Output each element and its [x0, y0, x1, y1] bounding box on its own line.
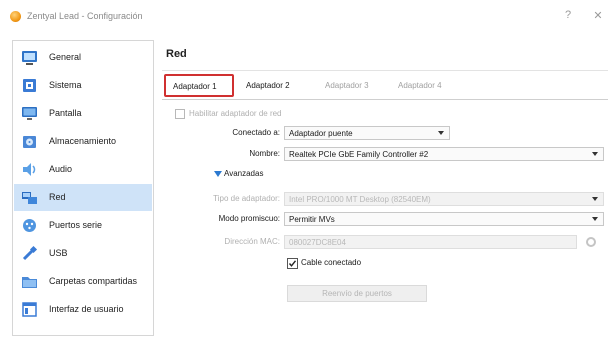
attached-to-select[interactable]: Adaptador puente	[284, 126, 450, 140]
sidebar-item-label: Red	[49, 192, 66, 202]
adapter-type-select[interactable]: Intel PRO/1000 MT Desktop (82540EM)	[284, 192, 604, 206]
sidebar-item-storage[interactable]: Almacenamiento	[14, 128, 152, 155]
advanced-toggle[interactable]: Avanzadas	[224, 169, 263, 178]
audio-icon	[23, 163, 36, 176]
tab-adapter-4[interactable]: Adaptador 4	[398, 81, 442, 90]
close-button[interactable]: ✕	[591, 9, 605, 22]
display-icon	[22, 107, 37, 120]
checkmark-icon	[288, 260, 297, 267]
virtualbox-app-icon	[10, 11, 21, 22]
sidebar-item-label: General	[49, 52, 82, 62]
refresh-mac-icon[interactable]	[586, 237, 596, 247]
enable-adapter-label: Habilitar adaptador de red	[189, 109, 282, 118]
sidebar-item-label: Sistema	[49, 80, 82, 90]
chevron-down-icon	[438, 131, 444, 135]
name-label: Nombre:	[249, 149, 280, 158]
sidebar-item-label: Audio	[49, 164, 73, 174]
sidebar-item-display[interactable]: Pantalla	[14, 100, 152, 127]
network-icon	[22, 192, 37, 204]
title-divider	[162, 70, 608, 71]
cable-connected-checkbox[interactable]	[287, 258, 298, 269]
tab-label: Adaptador 1	[173, 82, 217, 91]
storage-icon	[23, 136, 36, 148]
attached-to-value: Adaptador puente	[289, 129, 353, 138]
promiscuous-label: Modo promiscuo:	[218, 214, 280, 223]
mac-address-label: Dirección MAC:	[224, 237, 280, 246]
sidebar-item-label: Puertos serie	[49, 220, 103, 230]
chevron-down-icon	[592, 152, 598, 156]
chevron-down-icon	[592, 197, 598, 201]
enable-adapter-checkbox[interactable]	[175, 109, 185, 119]
sidebar-item-general[interactable]: General	[14, 44, 152, 71]
window-title: Zentyal Lead - Configuración	[27, 11, 143, 21]
promiscuous-value: Permitir MVs	[289, 215, 335, 224]
system-icon	[23, 79, 36, 92]
sidebar-item-audio[interactable]: Audio	[14, 156, 152, 183]
general-icon	[22, 51, 37, 65]
shared-folders-icon	[22, 277, 37, 288]
tab-adapter-1[interactable]: Adaptador 1	[164, 74, 234, 97]
adapter-name-value: Realtek PCIe GbE Family Controller #2	[289, 150, 429, 159]
sidebar-item-label: Almacenamiento	[49, 136, 117, 146]
tabs-divider	[162, 99, 608, 100]
network-settings-panel: Red Adaptador 1 Adaptador 2 Adaptador 3 …	[160, 40, 608, 336]
sidebar-item-user-interface[interactable]: Interfaz de usuario	[14, 296, 152, 323]
sidebar-item-usb[interactable]: USB	[14, 240, 152, 267]
adapter-name-select[interactable]: Realtek PCIe GbE Family Controller #2	[284, 147, 604, 161]
sidebar-item-serial-ports[interactable]: Puertos serie	[14, 212, 152, 239]
sidebar-item-label: USB	[49, 248, 68, 258]
help-button[interactable]: ?	[561, 9, 575, 21]
mac-address-value: 080027DC8E04	[289, 238, 346, 247]
settings-sidebar: General Sistema Pantalla Almacenamiento …	[12, 40, 154, 336]
promiscuous-mode-select[interactable]: Permitir MVs	[284, 212, 604, 226]
attached-to-label: Conectado a:	[232, 128, 280, 137]
title-bar: Zentyal Lead - Configuración ? ✕	[0, 0, 613, 34]
mac-address-field[interactable]: 080027DC8E04	[284, 235, 577, 249]
serial-ports-icon	[23, 219, 36, 232]
tab-adapter-3[interactable]: Adaptador 3	[325, 81, 369, 90]
adapter-type-value: Intel PRO/1000 MT Desktop (82540EM)	[289, 195, 431, 204]
port-forwarding-button[interactable]: Reenvío de puertos	[287, 285, 427, 302]
chevron-down-icon	[592, 217, 598, 221]
sidebar-item-shared-folders[interactable]: Carpetas compartidas	[14, 268, 152, 295]
sidebar-item-label: Interfaz de usuario	[49, 304, 124, 314]
sidebar-item-label: Pantalla	[49, 108, 82, 118]
tab-adapter-2[interactable]: Adaptador 2	[246, 81, 290, 90]
usb-icon	[22, 245, 38, 261]
sidebar-item-system[interactable]: Sistema	[14, 72, 152, 99]
sidebar-item-network[interactable]: Red	[14, 184, 152, 211]
sidebar-item-label: Carpetas compartidas	[49, 276, 138, 286]
page-title: Red	[166, 48, 187, 60]
expand-triangle-icon[interactable]	[214, 171, 222, 178]
adapter-type-label: Tipo de adaptador:	[213, 194, 280, 203]
user-interface-icon	[22, 302, 37, 317]
cable-connected-label: Cable conectado	[301, 258, 362, 267]
